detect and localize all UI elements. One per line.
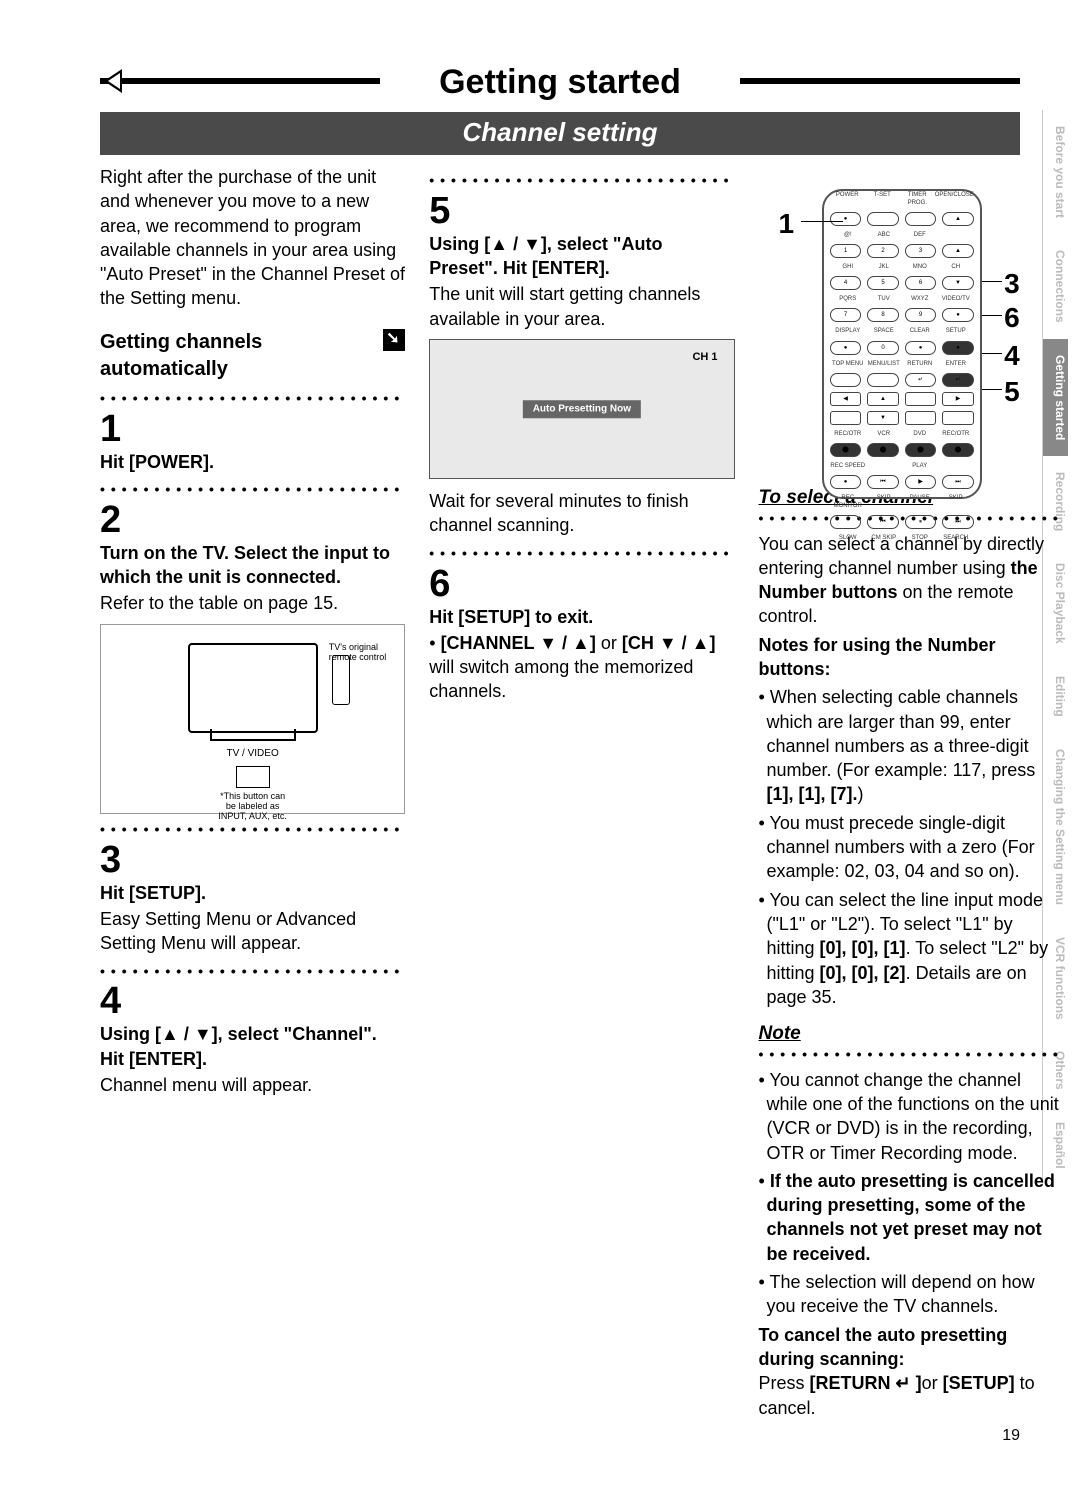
divider-dots: •••••••••••••••••••••••••••• [100, 820, 405, 839]
page-number: 19 [1002, 1425, 1020, 1447]
osd-message: Auto Presetting Now [523, 400, 641, 418]
step-6-head: Hit [SETUP] to exit. [429, 605, 734, 629]
osd-channel-label: CH 1 [692, 350, 717, 365]
page-title: Getting started [380, 60, 740, 106]
note-head: Note [759, 1021, 1064, 1047]
page-header: Getting started [100, 60, 1020, 106]
remote-small-icon [332, 655, 350, 705]
step-4-number: 4 [100, 982, 405, 1020]
step-1-head: Hit [POWER]. [100, 450, 405, 474]
tv-illustration: TV's original remote control TV / VIDEO … [100, 624, 405, 814]
divider-dots: •••••••••••••••••••••••••••• [759, 1045, 1064, 1064]
step-6-body: • [CHANNEL ▼ / ▲] or [CH ▼ / ▲] will swi… [429, 631, 734, 704]
step-4-body: Channel menu will appear. [100, 1073, 405, 1097]
step-5-head: Using [▲ / ▼], select "Auto Preset". Hit… [429, 232, 734, 281]
note-body: You cannot change the channel while one … [759, 1068, 1064, 1420]
callout-1: 1 [779, 205, 795, 243]
step-6-number: 6 [429, 565, 734, 603]
number-buttons-notes: When selecting cable channels which are … [759, 685, 1064, 1009]
intro-text: Right after the purchase of the unit and… [100, 165, 405, 311]
wrench-icon [383, 329, 405, 351]
step-3-body: Easy Setting Menu or Advanced Setting Me… [100, 907, 405, 956]
select-channel-intro: You can select a channel by directly ent… [759, 532, 1064, 629]
section-title: Channel setting [100, 112, 1020, 155]
callout-4: 4 [1004, 337, 1020, 375]
step-5b-body: Wait for several minutes to finish chann… [429, 489, 734, 538]
tv-icon [188, 643, 318, 733]
divider-dots: •••••••••••••••••••••••••••• [100, 389, 405, 408]
divider-dots: •••••••••••••••••••••••••••• [429, 544, 734, 563]
callout-5: 5 [1004, 373, 1020, 411]
step-3-head: Hit [SETUP]. [100, 881, 405, 905]
step-2-number: 2 [100, 501, 405, 539]
remote-illustration: POWERT-SETTIMER PROG.OPEN/CLOSE ●▲ @!ABC… [822, 189, 982, 499]
step-5-number: 5 [429, 192, 734, 230]
subsection-auto: Getting channels automatically [100, 329, 405, 383]
divider-dots: •••••••••••••••••••••••••••• [429, 171, 734, 190]
step-1-number: 1 [100, 410, 405, 448]
callout-6: 6 [1004, 299, 1020, 337]
number-buttons-notes-head: Notes for using the Number buttons: [759, 633, 1064, 682]
step-4-head: Using [▲ / ▼], select "Channel". Hit [EN… [100, 1022, 405, 1071]
step-5-body: The unit will start getting channels ava… [429, 282, 734, 331]
step-2-head: Turn on the TV. Select the input to whic… [100, 541, 405, 590]
divider-dots: •••••••••••••••••••••••••••• [100, 480, 405, 499]
tv-video-button-icon [236, 766, 270, 788]
step-2-body: Refer to the table on page 15. [100, 591, 405, 615]
step-3-number: 3 [100, 841, 405, 879]
callout-3: 3 [1004, 265, 1020, 303]
arrow-left-icon [104, 69, 122, 93]
divider-dots: •••••••••••••••••••••••••••• [100, 962, 405, 981]
osd-screenshot: CH 1 Auto Presetting Now [429, 339, 734, 479]
